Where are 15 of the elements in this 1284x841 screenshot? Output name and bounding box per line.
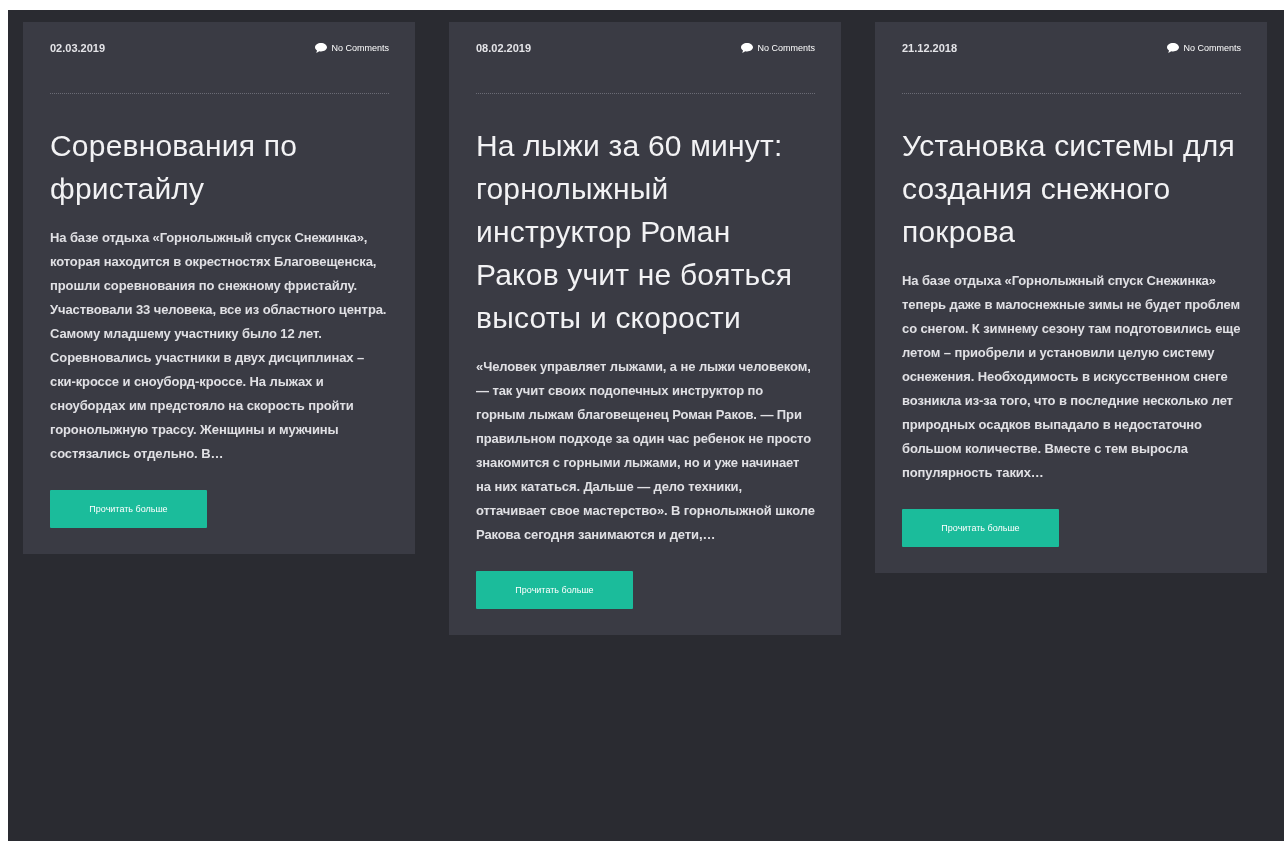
post-date: 08.02.2019 bbox=[476, 42, 532, 54]
post-excerpt: «Человек управляет лыжами, а не лыжи человеком, — так учит своих подопечных инструктор по горным лыжам благовещенец Роман Раков. — При правильном подходе за один час ребенок не просто знакомится с горными лыжами, но и уже начинает на них кататься. Дальше — дело техники, оттачивает свое мастерство». В горнолыжной школе Ракова сегодня занимаются и дети,… bbox=[476, 358, 815, 544]
post-excerpt: На базе отдыха «Горнолыжный спуск Снежинка», которая находится в окрестностях Благовещенска, прошли соревнования по снежному фристайлу. Участвовали 33 человека, все из областного центра. Самому младшему участнику было 12 лет. Соревновались участники в двух дисциплинах – ски-кроссе и сноуборд-кроссе. На лыжах и сноубордах им предстояло на скорость пройти горонолыжную трассу. Женщины и мужчины состязались отдельно. В… bbox=[50, 229, 388, 463]
post-date: 02.03.2019 bbox=[50, 42, 106, 54]
comments-link[interactable]: No Comments bbox=[741, 43, 815, 53]
post-excerpt: На базе отдыха «Горнолыжный спуск Снежинка» теперь даже в малоснежные зимы не будет проблем со снегом. К зимнему сезону там подготовились еще летом – приобрели и установили целую систему оснежения. Необходимость в искусственном снеге возникла из-за того, что в последние несколько лет природных осадков выпадало в недостаточно большом количестве. Вместе с тем выросла популярность таких… bbox=[902, 272, 1241, 482]
comments-link[interactable]: No Comments bbox=[1167, 43, 1241, 53]
speech-bubble-icon bbox=[741, 43, 754, 53]
post-date: 21.12.2018 bbox=[902, 42, 958, 54]
post-title: Установка системы для создания снежного покрова bbox=[902, 128, 1236, 250]
comments-link[interactable]: No Comments bbox=[315, 43, 389, 53]
post-title: На лыжи за 60 минут: горнолыжный инструктор Роман Раков учит не бояться высоты и скорости bbox=[476, 128, 794, 336]
speech-bubble-icon bbox=[1167, 43, 1180, 53]
speech-bubble-icon bbox=[315, 43, 328, 53]
post-title: Соревнования по фристайлу bbox=[50, 128, 299, 207]
